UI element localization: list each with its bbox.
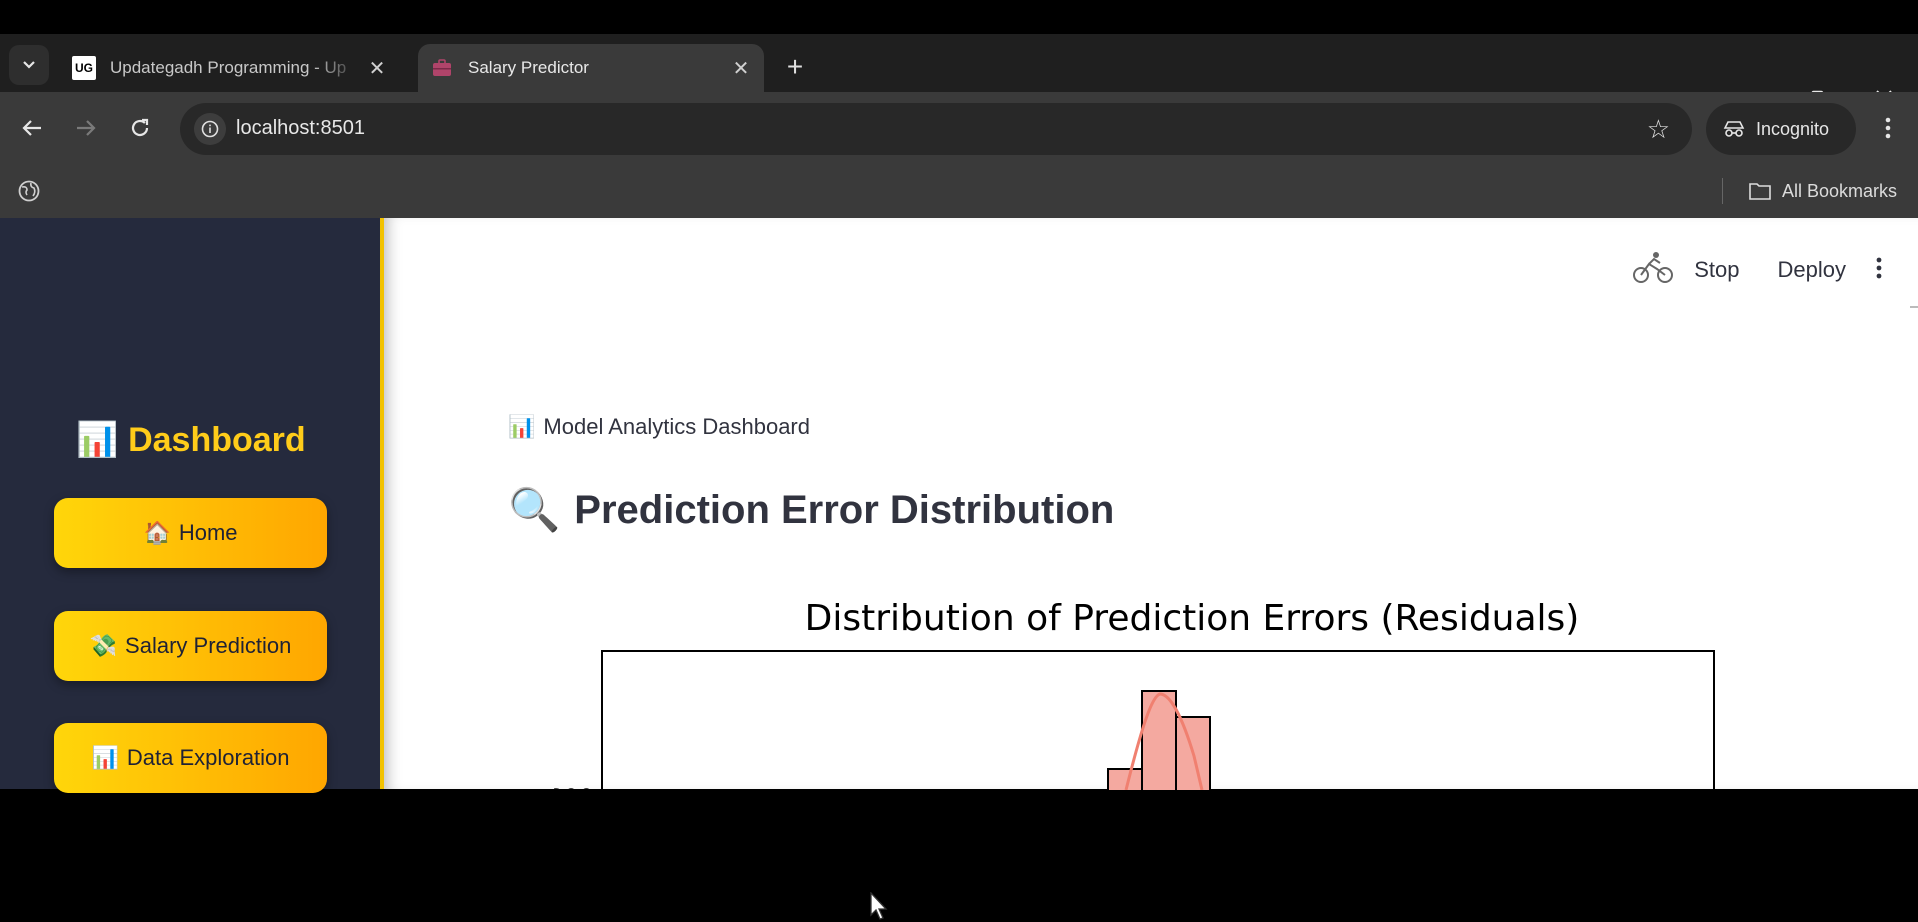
chevron-down-icon bbox=[23, 61, 35, 69]
vertical-dots-icon bbox=[1885, 117, 1891, 139]
decoration-line bbox=[1910, 306, 1918, 308]
incognito-button[interactable]: Incognito bbox=[1706, 103, 1856, 155]
browser-tab-strip: UG Updategadh Programming - Up ✕ Salary … bbox=[0, 34, 1918, 106]
magnifier-emoji-icon: 🔍 bbox=[508, 486, 561, 533]
chart-emoji-icon: 📊 bbox=[76, 421, 119, 459]
all-bookmarks-label: All Bookmarks bbox=[1782, 180, 1898, 201]
sidebar-button-data-exploration[interactable]: 📊 Data Exploration bbox=[54, 723, 327, 793]
tab-salary-predictor[interactable]: Salary Predictor ✕ bbox=[418, 44, 764, 92]
screen-top-bar bbox=[0, 0, 1918, 34]
mouse-cursor-icon bbox=[870, 892, 888, 920]
forward-arrow-icon bbox=[77, 120, 96, 136]
chart-emoji-icon: 📊 bbox=[508, 414, 536, 439]
sidebar-button-label: Home bbox=[178, 520, 238, 545]
chart-emoji-icon: 📊 bbox=[91, 745, 119, 770]
sidebar-title-text: Dashboard bbox=[128, 421, 306, 459]
tab-search-button[interactable] bbox=[9, 45, 49, 85]
histogram-bar bbox=[1107, 768, 1143, 790]
page-title: 🔍 Prediction Error Distribution bbox=[508, 486, 1114, 535]
vertical-dots-icon bbox=[1876, 257, 1882, 278]
briefcase-icon bbox=[430, 56, 454, 80]
back-button[interactable] bbox=[12, 108, 52, 148]
back-arrow-icon bbox=[22, 120, 41, 136]
sidebar: 📊 Dashboard 🏠 Home 💸 Salary Prediction 📊… bbox=[0, 218, 382, 793]
site-info-icon[interactable] bbox=[194, 113, 226, 145]
main-content: Stop Deploy 📊 Model Analytics Dashboard … bbox=[384, 218, 1918, 920]
chart-title: Distribution of Prediction Errors (Resid… bbox=[805, 598, 1580, 639]
updategadh-favicon-icon: UG bbox=[72, 56, 96, 80]
close-tab-icon[interactable]: ✕ bbox=[726, 53, 756, 83]
incognito-icon bbox=[1723, 121, 1745, 137]
sidebar-button-label: Data Exploration bbox=[126, 745, 290, 770]
subheading-text: Model Analytics Dashboard bbox=[543, 414, 810, 439]
sidebar-title: 📊 Dashboard bbox=[0, 420, 382, 460]
sidebar-button-salary-prediction[interactable]: 💸 Salary Prediction bbox=[54, 611, 327, 681]
deploy-button[interactable]: Deploy bbox=[1778, 257, 1846, 283]
url-text: localhost:8501 bbox=[236, 117, 365, 139]
incognito-label: Incognito bbox=[1756, 118, 1830, 139]
browser-toolbar: localhost:8501 ☆ Incognito bbox=[0, 92, 1918, 166]
stop-button[interactable]: Stop bbox=[1694, 257, 1739, 283]
forward-button[interactable] bbox=[66, 108, 106, 148]
new-tab-button[interactable]: + bbox=[778, 50, 812, 84]
y-tick-label: 800 bbox=[554, 784, 594, 790]
page-subheading: 📊 Model Analytics Dashboard bbox=[508, 414, 810, 440]
bookmarks-divider bbox=[1722, 178, 1723, 204]
tab-title: Updategadh Programming - Up bbox=[110, 58, 347, 77]
reload-icon bbox=[131, 118, 149, 137]
histogram-bar bbox=[1141, 690, 1177, 790]
page-title-text: Prediction Error Distribution bbox=[574, 488, 1115, 532]
bookmarks-bar: All Bookmarks bbox=[0, 166, 1918, 218]
reload-button[interactable] bbox=[120, 108, 160, 148]
app-menu-button[interactable] bbox=[1876, 255, 1882, 286]
address-bar[interactable]: localhost:8501 ☆ bbox=[180, 103, 1692, 155]
tab-title: Salary Predictor bbox=[468, 58, 589, 77]
house-emoji-icon: 🏠 bbox=[143, 520, 171, 545]
tab-updategadh[interactable]: UG Updategadh Programming - Up ✕ bbox=[60, 44, 400, 92]
bookmark-star-icon[interactable]: ☆ bbox=[1647, 114, 1670, 145]
running-cyclist-icon bbox=[1632, 250, 1674, 291]
close-tab-icon[interactable]: ✕ bbox=[362, 53, 392, 83]
all-bookmarks-button[interactable]: All Bookmarks bbox=[1748, 174, 1897, 208]
folder-icon bbox=[1749, 183, 1771, 200]
browser-menu-button[interactable] bbox=[1868, 108, 1908, 148]
sidebar-button-label: Salary Prediction bbox=[125, 633, 292, 658]
money-emoji-icon: 💸 bbox=[89, 633, 118, 658]
residuals-chart: Distribution of Prediction Errors (Resid… bbox=[554, 598, 1715, 790]
app-header: Stop Deploy bbox=[1632, 248, 1918, 292]
sidebar-button-home[interactable]: 🏠 Home bbox=[54, 498, 327, 568]
globe-icon[interactable] bbox=[18, 180, 40, 208]
